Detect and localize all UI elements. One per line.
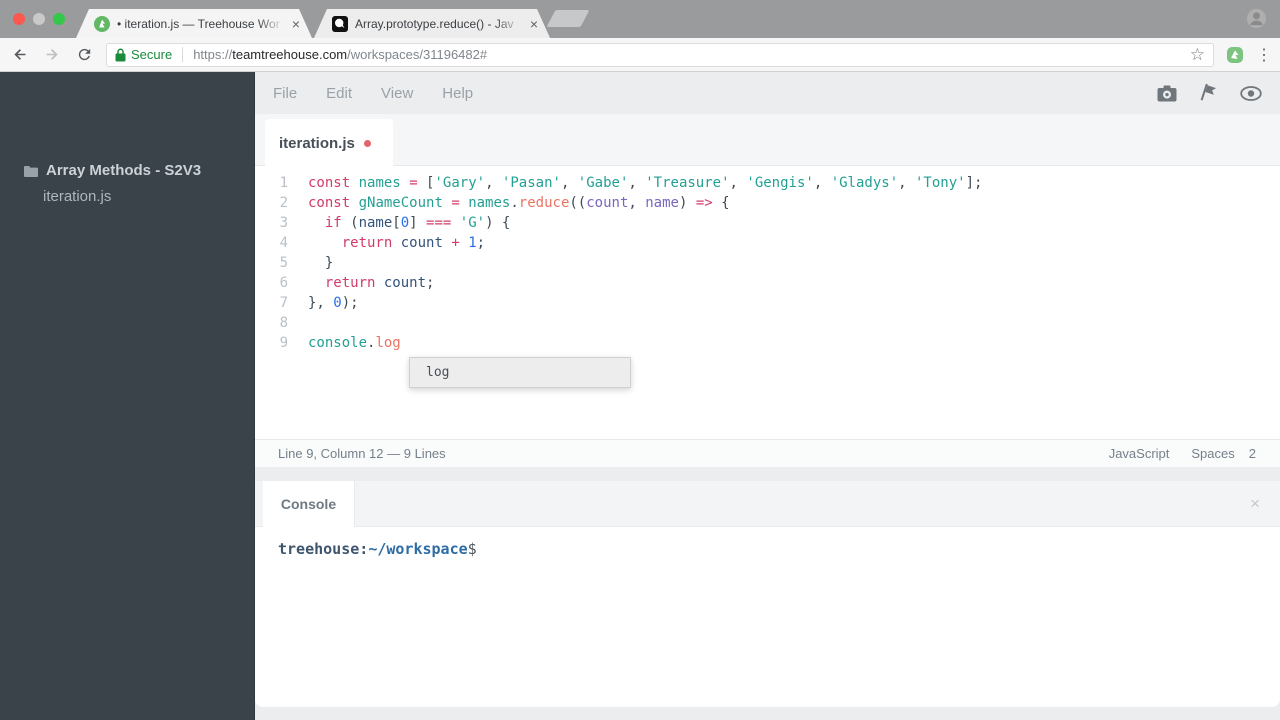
new-tab-button[interactable] (546, 10, 590, 27)
line-number: 5 (279, 255, 288, 271)
report-flag-icon[interactable] (1197, 81, 1219, 104)
statusbar-right: JavaScript Spaces 2 (1109, 446, 1256, 461)
code-line-text: const gNameCount = names.reduce((count, … (308, 195, 730, 211)
snapshot-camera-icon[interactable] (1157, 85, 1177, 102)
workspace-menubar: File Edit View Help (255, 72, 1280, 114)
code-line: 3 if (name[0] === 'G') { (255, 213, 1280, 233)
code-line-text: return count + 1; (341, 235, 486, 251)
tab-title: • iteration.js — Treehouse Wor (117, 16, 280, 31)
file-tree-sidebar: Array Methods - S2V3 iteration.js (0, 72, 255, 720)
code-line: 9 console.log (255, 333, 1280, 353)
console-panel: Console × treehouse:~/workspace$ (255, 481, 1280, 707)
prompt-host: treehouse (278, 540, 360, 558)
browser-tab-mdn[interactable]: Array.prototype.reduce() - Jav × (314, 9, 550, 38)
bookmark-star-icon[interactable]: ☆ (1190, 46, 1205, 63)
prompt-symbol: $ (467, 540, 477, 558)
project-name: Array Methods - S2V3 (46, 162, 202, 179)
editor-tab-label: iteration.js (279, 134, 355, 152)
preview-eye-icon[interactable] (1240, 85, 1262, 101)
browser-tab-workspace[interactable]: • iteration.js — Treehouse Wor × (76, 9, 312, 38)
code-line-text: return count; (324, 275, 435, 291)
line-number: 7 (279, 295, 288, 311)
editor-statusbar: Line 9, Column 12 — 9 Lines JavaScript S… (255, 439, 1280, 467)
browser-toolbar: Secure https://teamtreehouse.com/workspa… (0, 38, 1280, 72)
secure-label: Secure (131, 47, 173, 62)
tab-title: Array.prototype.reduce() - Jav (355, 16, 514, 31)
line-number: 8 (279, 315, 288, 331)
url-separator (182, 47, 184, 62)
workspace-toolbar-icons (1157, 72, 1262, 114)
cursor-position: Line 9, Column 12 — 9 Lines (278, 446, 446, 461)
back-button[interactable] (8, 43, 32, 67)
chrome-menu-icon[interactable]: ⋮ (1256, 45, 1272, 65)
tab-close-icon[interactable]: × (526, 16, 542, 32)
prompt-colon: : (359, 540, 369, 558)
code-line-text: } (308, 255, 334, 271)
unsaved-changes-dot (363, 139, 371, 147)
editor-tabstrip: iteration.js (255, 114, 1280, 167)
url-path: /workspaces/31196482# (347, 47, 488, 62)
console-tab[interactable]: Console (263, 481, 355, 527)
line-number: 3 (279, 215, 288, 231)
reload-button[interactable] (72, 43, 96, 67)
line-number: 1 (279, 175, 288, 191)
mdn-favicon-icon (332, 16, 348, 32)
profile-icon[interactable] (1246, 8, 1267, 29)
line-number: 4 (279, 235, 288, 251)
code-line: 5 } (255, 253, 1280, 273)
line-number: 9 (279, 335, 288, 351)
code-line: 2 const gNameCount = names.reduce((count,… (255, 193, 1280, 213)
indent-type-selector[interactable]: Spaces (1191, 446, 1234, 461)
sidebar-item-file[interactable]: iteration.js (43, 188, 111, 205)
url-text[interactable]: https://teamtreehouse.com/workspaces/311… (193, 47, 1190, 62)
line-number: 2 (279, 195, 288, 211)
secure-badge[interactable]: Secure (115, 47, 172, 62)
url-bar[interactable]: Secure https://teamtreehouse.com/workspa… (106, 42, 1214, 67)
window-controls (13, 13, 65, 25)
window-zoom-button[interactable] (53, 13, 65, 25)
menu-view[interactable]: View (381, 85, 413, 102)
code-line: 8 (255, 313, 1280, 333)
language-selector[interactable]: JavaScript (1109, 446, 1170, 461)
url-domain: teamtreehouse.com (232, 47, 348, 62)
code-editor[interactable]: 1 const names = ['Gary', 'Pasan', 'Gabe',… (255, 166, 1280, 439)
window-minimize-button[interactable] (33, 13, 45, 25)
code-line-text: if (name[0] === 'G') { (324, 215, 511, 231)
tab-close-icon[interactable]: × (288, 16, 304, 32)
editor-tab-iteration-js[interactable]: iteration.js (265, 119, 393, 167)
lock-icon (115, 48, 126, 61)
code-line: 6 return count; (255, 273, 1280, 293)
prompt-path: ~/workspace (368, 540, 468, 558)
code-line-text: }, 0); (308, 295, 359, 311)
indent-size-selector[interactable]: 2 (1249, 446, 1256, 461)
extension-icon[interactable] (1226, 46, 1244, 64)
code-lines: 1 const names = ['Gary', 'Pasan', 'Gabe',… (255, 173, 1280, 353)
code-line: 4 return count + 1; (255, 233, 1280, 253)
menu-file[interactable]: File (273, 85, 297, 102)
sidebar-item-project[interactable]: Array Methods - S2V3 (24, 162, 201, 179)
console-tabbar: Console × (255, 481, 1280, 527)
forward-button[interactable] (40, 43, 64, 67)
window-close-button[interactable] (13, 13, 25, 25)
terminal[interactable]: treehouse:~/workspace$ (255, 527, 1280, 558)
console-close-icon[interactable]: × (1250, 481, 1260, 527)
autocomplete-popup: log (409, 357, 631, 388)
code-line: 1 const names = ['Gary', 'Pasan', 'Gabe',… (255, 173, 1280, 193)
treehouse-favicon-icon (94, 16, 110, 32)
url-scheme: https:// (193, 47, 233, 62)
screen: • iteration.js — Treehouse Wor × Array.p… (0, 0, 1280, 720)
folder-icon (24, 165, 38, 177)
workspace-main: File Edit View Help iteration.js 1 const… (255, 72, 1280, 720)
line-number: 6 (279, 275, 288, 291)
menu-help[interactable]: Help (442, 85, 473, 102)
code-line: 7 }, 0); (255, 293, 1280, 313)
menu-edit[interactable]: Edit (326, 85, 352, 102)
autocomplete-item[interactable]: log (410, 358, 630, 387)
code-line-text: const names = ['Gary', 'Pasan', 'Gabe', … (308, 175, 983, 191)
code-line-text: console.log (308, 335, 401, 351)
browser-tabstrip: • iteration.js — Treehouse Wor × Array.p… (0, 0, 1280, 38)
